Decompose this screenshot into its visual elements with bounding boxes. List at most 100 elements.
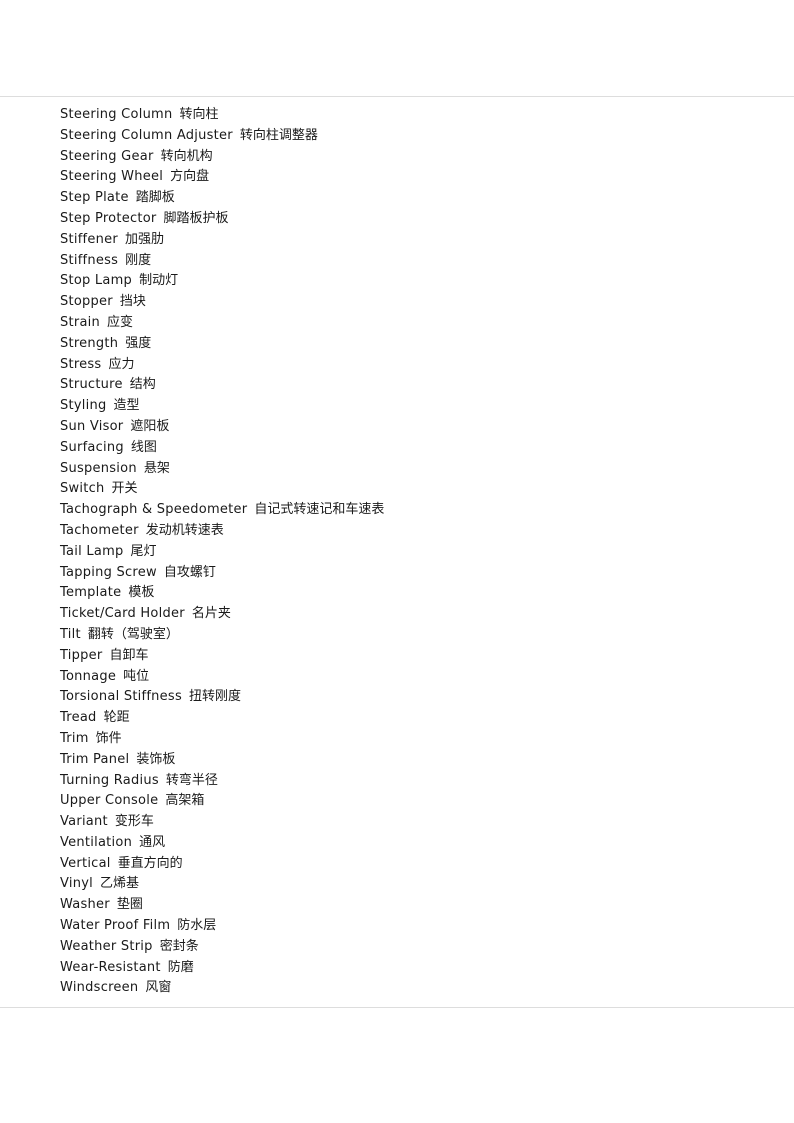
glossary-definition: 自记式转速记和车速表 bbox=[254, 502, 385, 518]
glossary-definition: 尾灯 bbox=[130, 543, 157, 559]
glossary-term: Tilt bbox=[60, 626, 81, 642]
glossary-definition: 制动灯 bbox=[139, 273, 179, 289]
glossary-definition: 造型 bbox=[113, 398, 140, 414]
glossary-entry: Tilt 翻转（驾驶室） bbox=[0, 625, 794, 646]
glossary-term: Steering Column bbox=[60, 107, 173, 122]
glossary-entry: Stiffness 刚度 bbox=[0, 251, 794, 272]
glossary-entry: Ventilation 通风 bbox=[0, 833, 794, 854]
glossary-entry: Stop Lamp 制动灯 bbox=[0, 271, 794, 292]
glossary-definition: 吨位 bbox=[123, 668, 150, 684]
glossary-definition: 发动机转速表 bbox=[145, 522, 224, 538]
glossary-entry: Sun Visor 遮阳板 bbox=[0, 417, 794, 438]
glossary-term: Stress bbox=[60, 356, 102, 372]
glossary-term: Template bbox=[60, 585, 122, 601]
glossary-term: Strength bbox=[60, 335, 119, 351]
glossary-entry: Steering Column Adjuster 转向柱调整器 bbox=[0, 126, 794, 147]
glossary-definition: 转向机构 bbox=[160, 148, 213, 164]
glossary-term: Vinyl bbox=[60, 876, 94, 892]
glossary-term: Wear-Resistant bbox=[60, 959, 161, 975]
glossary-entry: Tapping Screw 自攻螺钉 bbox=[0, 563, 794, 584]
glossary-term: Variant bbox=[60, 814, 108, 830]
glossary-term: Washer bbox=[60, 897, 110, 913]
glossary-entry: Surfacing 线图 bbox=[0, 438, 794, 459]
glossary-term: Tail Lamp bbox=[60, 543, 124, 559]
glossary-term: Suspension bbox=[60, 460, 137, 476]
glossary-definition: 刚度 bbox=[125, 252, 152, 268]
glossary-definition: 轮距 bbox=[103, 710, 130, 726]
glossary-term: Stiffener bbox=[60, 231, 118, 247]
page-header-area bbox=[0, 0, 794, 96]
glossary-definition: 加强肋 bbox=[124, 231, 164, 247]
glossary-term: Surfacing bbox=[60, 439, 124, 455]
glossary-term: Tipper bbox=[60, 647, 103, 663]
glossary-entry: Steering Gear 转向机构 bbox=[0, 147, 794, 168]
glossary-term: Steering Gear bbox=[60, 148, 154, 164]
glossary-term: Structure bbox=[60, 377, 123, 393]
glossary-term: Windscreen bbox=[60, 980, 139, 996]
glossary-term: Stop Lamp bbox=[60, 273, 133, 289]
glossary-definition: 高架箱 bbox=[165, 793, 205, 809]
glossary-entry: Trim Panel 装饰板 bbox=[0, 750, 794, 771]
glossary-term: Weather Strip bbox=[60, 938, 153, 954]
glossary-term: Ventilation bbox=[60, 834, 133, 850]
glossary-definition: 密封条 bbox=[159, 938, 199, 954]
glossary-entry: Tonnage 吨位 bbox=[0, 667, 794, 688]
glossary-entry: Stiffener 加强肋 bbox=[0, 230, 794, 251]
glossary-definition: 踏脚板 bbox=[135, 190, 175, 206]
glossary-term: Switch bbox=[60, 481, 105, 497]
glossary-term: Tachometer bbox=[60, 522, 139, 538]
glossary-definition: 模板 bbox=[128, 585, 155, 601]
glossary-definition: 变形车 bbox=[114, 814, 154, 830]
glossary-definition: 防磨 bbox=[167, 959, 194, 975]
glossary-entry: Water Proof Film 防水层 bbox=[0, 916, 794, 937]
glossary-definition: 翻转（驾驶室） bbox=[87, 626, 179, 642]
glossary-entry: Windscreen 风窗 bbox=[0, 978, 794, 999]
glossary-definition: 应变 bbox=[107, 314, 134, 330]
glossary-term: Trim bbox=[60, 730, 89, 746]
glossary-entry: Switch 开关 bbox=[0, 479, 794, 500]
glossary-entry: Steering Column 转向柱 bbox=[0, 105, 794, 126]
glossary-entry: Steering Wheel 方向盘 bbox=[0, 167, 794, 188]
glossary-entry: Styling 造型 bbox=[0, 396, 794, 417]
glossary-term: Vertical bbox=[60, 855, 111, 871]
glossary-term: Tapping Screw bbox=[60, 564, 157, 580]
glossary-term: Tachograph & Speedometer bbox=[60, 502, 248, 518]
glossary-entry: Step Protector 脚踏板护板 bbox=[0, 209, 794, 230]
glossary-entry: Stress 应力 bbox=[0, 355, 794, 376]
glossary-entry: Trim 饰件 bbox=[0, 729, 794, 750]
glossary-entry: Tread 轮距 bbox=[0, 708, 794, 729]
glossary-definition: 风窗 bbox=[145, 980, 172, 996]
document-page: Steering Column 转向柱 Steering Column Adjust… bbox=[0, 0, 794, 1123]
glossary-entry: Tipper 自卸车 bbox=[0, 646, 794, 667]
glossary-term: Upper Console bbox=[60, 793, 159, 809]
glossary-term: Torsional Stiffness bbox=[60, 689, 182, 705]
glossary-entry: Washer 垫圈 bbox=[0, 895, 794, 916]
glossary-entry: Upper Console 高架箱 bbox=[0, 791, 794, 812]
glossary-term: Tread bbox=[60, 710, 97, 726]
glossary-definition: 名片夹 bbox=[191, 606, 231, 622]
glossary-definition: 转弯半径 bbox=[165, 772, 218, 788]
glossary-entry: Suspension 悬架 bbox=[0, 459, 794, 480]
glossary-definition: 乙烯基 bbox=[100, 876, 140, 892]
glossary-entry: Tail Lamp 尾灯 bbox=[0, 542, 794, 563]
glossary-entry: Weather Strip 密封条 bbox=[0, 937, 794, 958]
glossary-definition: 应力 bbox=[108, 356, 135, 372]
glossary-definition: 悬架 bbox=[143, 460, 170, 476]
glossary-definition: 防水层 bbox=[177, 918, 217, 934]
glossary-definition: 扭转刚度 bbox=[188, 689, 241, 705]
glossary-entry: Tachometer 发动机转速表 bbox=[0, 521, 794, 542]
glossary-list: Steering Column 转向柱 Steering Column Adjust… bbox=[0, 105, 794, 999]
glossary-entry: Template 模板 bbox=[0, 583, 794, 604]
glossary-definition: 垂直方向的 bbox=[117, 855, 183, 871]
glossary-entry: Stopper 挡块 bbox=[0, 292, 794, 313]
glossary-entry: Wear-Resistant 防磨 bbox=[0, 958, 794, 979]
glossary-entry: Strain 应变 bbox=[0, 313, 794, 334]
glossary-entry: Variant 变形车 bbox=[0, 812, 794, 833]
glossary-definition: 开关 bbox=[111, 481, 138, 497]
glossary-term: Stiffness bbox=[60, 252, 119, 268]
page-content: Steering Column 转向柱 Steering Column Adjust… bbox=[0, 97, 794, 1007]
glossary-entry: Turning Radius 转弯半径 bbox=[0, 771, 794, 792]
glossary-term: Strain bbox=[60, 314, 101, 330]
glossary-definition: 转向柱调整器 bbox=[239, 127, 318, 143]
glossary-definition: 方向盘 bbox=[170, 169, 210, 185]
